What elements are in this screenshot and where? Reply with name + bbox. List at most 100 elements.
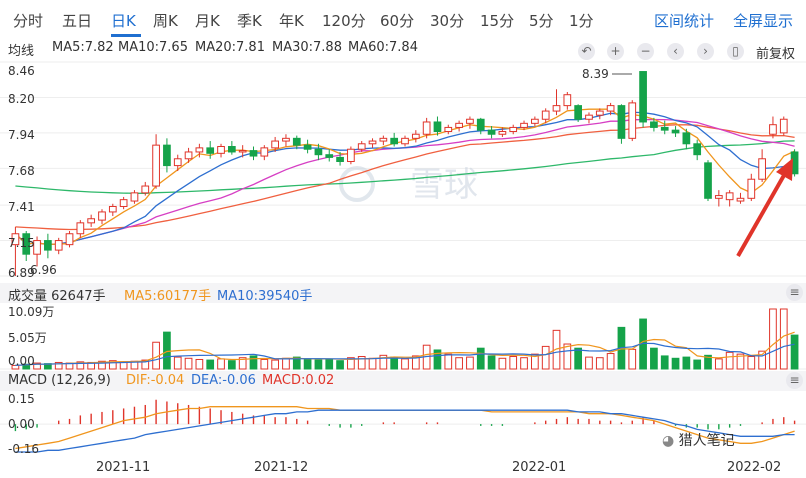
candle-body xyxy=(227,146,236,153)
candle-body xyxy=(476,118,485,131)
volume-title: 成交量 62647手 xyxy=(8,289,106,304)
candle-body xyxy=(660,126,669,131)
volume-bar xyxy=(487,355,496,370)
volume-bar xyxy=(585,356,593,370)
volume-bar xyxy=(401,358,409,370)
price-tick-2: 7.94 xyxy=(8,128,35,142)
volume-tick-1: 5.05万 xyxy=(8,331,47,345)
volume-bar xyxy=(769,308,777,370)
volume-bar xyxy=(368,357,377,370)
candle-body xyxy=(336,156,344,163)
candle-body xyxy=(704,162,712,199)
macd-tick-0: 0.15 xyxy=(8,392,35,406)
volume-legend-band xyxy=(0,283,806,303)
volume-bar xyxy=(282,357,290,370)
candle-body xyxy=(303,144,312,150)
candle-body xyxy=(206,147,215,154)
macd-title: MACD (12,26,9) xyxy=(8,373,111,388)
volume-bar xyxy=(682,356,691,370)
volume-bar xyxy=(206,359,215,370)
macd-settings-icon[interactable]: ≡ xyxy=(786,372,803,389)
candle-body xyxy=(779,118,788,134)
candle-body xyxy=(119,199,128,207)
volume-bar xyxy=(271,359,279,370)
candle-body xyxy=(173,158,182,167)
macd-value: MACD:0.02 xyxy=(262,373,335,388)
volume-settings-icon[interactable]: ≡ xyxy=(786,284,803,301)
volume-bar xyxy=(650,347,658,370)
date-tick-0: 2021-11 xyxy=(96,460,151,475)
candle-body xyxy=(487,129,496,135)
candle-body xyxy=(217,146,225,154)
volume-tick-0: 10.09万 xyxy=(8,305,55,319)
candle-body xyxy=(628,102,637,139)
volume-bar xyxy=(725,351,734,370)
volume-bar xyxy=(606,353,615,370)
candle-body xyxy=(498,131,507,135)
candle-body xyxy=(87,218,96,224)
volume-bar xyxy=(574,347,583,370)
volume-bar xyxy=(314,359,323,370)
candle-body xyxy=(531,118,539,124)
candle-body xyxy=(260,147,269,157)
ma5-line xyxy=(14,108,795,246)
watermark-text: 雪球 xyxy=(410,165,478,205)
date-tick-3: 2022-02 xyxy=(727,460,782,475)
red-arrow-shaft xyxy=(736,169,789,257)
volume-bar xyxy=(336,360,344,370)
candle-body xyxy=(130,192,139,202)
date-tick-2: 2022-01 xyxy=(512,460,567,475)
candle-body xyxy=(552,105,561,112)
volume-bar xyxy=(779,308,788,370)
candle-body xyxy=(671,129,680,134)
volume-bar xyxy=(563,343,572,370)
ma60-line xyxy=(15,140,795,194)
volume-bar xyxy=(466,356,474,370)
macd-tick-1: 0.00 xyxy=(8,417,35,431)
macd-dif: DIF:-0.04 xyxy=(126,373,185,388)
volume-bar xyxy=(260,358,269,370)
macd-legend-band xyxy=(0,371,806,391)
price-tick-0: 8.46 xyxy=(8,64,35,78)
credit-watermark: ◕ 猎人笔记 xyxy=(662,430,735,450)
candle-body xyxy=(714,195,723,199)
volume-bar xyxy=(476,347,485,370)
candle-body xyxy=(249,150,258,157)
candle-body xyxy=(769,124,777,135)
volume-bar xyxy=(303,358,312,370)
volume-bar xyxy=(227,360,236,370)
candle-body xyxy=(379,137,388,142)
volume-bar xyxy=(671,357,680,370)
candle-body xyxy=(401,137,409,145)
volume-bar xyxy=(693,359,702,370)
volume-bar xyxy=(249,355,258,370)
stock-chart[interactable]: 雪球 8.39 6.96 xyxy=(0,0,806,478)
macd-dea: DEA:-0.06 xyxy=(191,373,256,388)
candle-body xyxy=(76,222,85,235)
candle-body xyxy=(195,147,204,153)
watermark-logo xyxy=(339,166,375,202)
volume-bar xyxy=(163,331,171,370)
candle-body xyxy=(184,151,193,160)
candle-body xyxy=(747,178,756,199)
candle-body xyxy=(639,71,647,123)
candle-body xyxy=(271,140,279,149)
volume-bar xyxy=(747,356,756,370)
candle-body xyxy=(455,122,463,128)
candle-body xyxy=(141,185,150,194)
candle-body xyxy=(433,121,442,133)
candle-body xyxy=(758,158,766,180)
volume-bar xyxy=(217,358,225,370)
volume-bar xyxy=(520,357,528,370)
candle-body xyxy=(682,132,691,145)
volume-bar xyxy=(195,358,204,370)
candle-body xyxy=(509,126,518,133)
candle-body xyxy=(466,118,474,124)
volume-bar xyxy=(444,353,453,370)
candle-body xyxy=(411,133,420,139)
candle-body xyxy=(44,240,52,251)
candle-body xyxy=(585,114,593,120)
candle-body xyxy=(444,126,453,133)
price-tick-1: 8.20 xyxy=(8,92,35,106)
volume-bar xyxy=(325,358,334,370)
